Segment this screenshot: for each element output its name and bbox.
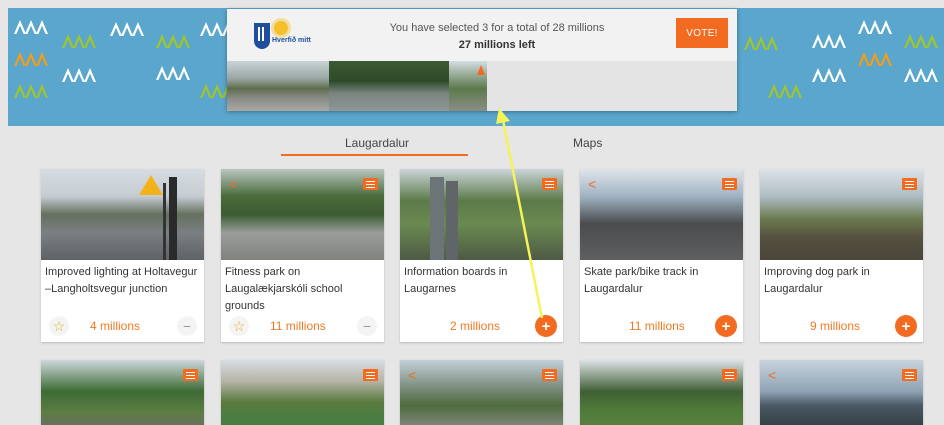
- selected-thumbnails: [227, 61, 737, 111]
- star-icon[interactable]: ☆: [229, 316, 249, 336]
- project-image: [400, 169, 563, 260]
- pattern-chevron: [904, 68, 938, 82]
- project-card[interactable]: [41, 360, 204, 425]
- menu-icon[interactable]: [183, 369, 198, 381]
- project-price: 2 millions: [450, 319, 501, 333]
- pattern-chevron: [62, 34, 96, 48]
- project-image: [760, 169, 923, 260]
- project-card[interactable]: [580, 360, 743, 425]
- project-image: <: [221, 169, 384, 260]
- project-title: Information boards in Laugarnes: [404, 266, 508, 295]
- pattern-chevron: [858, 20, 892, 34]
- active-tab-indicator: [281, 154, 468, 156]
- project-card[interactable]: Improving dog park in Laugardalur 9 mill…: [760, 169, 923, 342]
- menu-icon[interactable]: [902, 369, 917, 381]
- minus-icon[interactable]: −: [177, 316, 197, 336]
- pattern-chevron: [156, 66, 190, 80]
- tab-laugardalur[interactable]: Laugardalur: [345, 136, 409, 150]
- pattern-chevron: [156, 34, 190, 48]
- pattern-chevron: [14, 84, 48, 98]
- pattern-chevron: [14, 20, 48, 34]
- share-icon[interactable]: <: [408, 368, 416, 382]
- pattern-chevron: [904, 34, 938, 48]
- project-image: [580, 360, 743, 425]
- pattern-chevron: [768, 84, 802, 98]
- vote-button[interactable]: VOTE!: [676, 18, 728, 48]
- logo: Hverfið mitt: [254, 21, 324, 57]
- project-image: [41, 169, 204, 260]
- selected-thumbnail[interactable]: [449, 61, 487, 111]
- pattern-chevron: [14, 52, 48, 66]
- selected-thumbnail[interactable]: [329, 61, 449, 111]
- pattern-chevron: [812, 34, 846, 48]
- project-image: <: [760, 360, 923, 425]
- share-icon[interactable]: <: [229, 177, 237, 191]
- project-card[interactable]: <: [760, 360, 923, 425]
- budget-remaining: 27 millions left: [458, 39, 536, 51]
- project-image: <: [400, 360, 563, 425]
- pattern-chevron: [110, 22, 144, 36]
- project-title: Improved lighting at Holtavegur –Langhol…: [45, 266, 198, 295]
- menu-icon[interactable]: [722, 178, 737, 190]
- logo-sun-icon: [274, 21, 288, 35]
- project-title: Improving dog park in Laugardalur: [764, 266, 870, 295]
- menu-icon[interactable]: [902, 178, 917, 190]
- share-icon[interactable]: <: [588, 177, 596, 191]
- pattern-chevron: [812, 68, 846, 82]
- menu-icon[interactable]: [542, 178, 557, 190]
- plus-icon[interactable]: +: [895, 315, 917, 337]
- menu-icon[interactable]: [363, 369, 378, 381]
- star-icon[interactable]: ☆: [49, 316, 69, 336]
- project-title: Fitness park on Laugalækjarskóli school …: [225, 266, 343, 312]
- logo-text: Hverfið mitt: [272, 37, 311, 44]
- project-image: [221, 360, 384, 425]
- menu-icon[interactable]: [542, 369, 557, 381]
- project-title: Skate park/bike track in Laugardalur: [584, 266, 699, 295]
- minus-icon[interactable]: −: [357, 316, 377, 336]
- project-card[interactable]: [221, 360, 384, 425]
- menu-icon[interactable]: [363, 178, 378, 190]
- tab-maps[interactable]: Maps: [573, 136, 602, 150]
- project-price: 11 millions: [270, 319, 326, 333]
- plus-icon[interactable]: +: [535, 315, 557, 337]
- share-icon[interactable]: <: [768, 368, 776, 382]
- menu-icon[interactable]: [722, 369, 737, 381]
- selection-summary: You have selected 3 for a total of 28 mi…: [389, 22, 605, 34]
- pattern-chevron: [744, 36, 778, 50]
- project-card[interactable]: <: [400, 360, 563, 425]
- vote-panel: Hverfið mitt You have selected 3 for a t…: [227, 9, 737, 111]
- project-card[interactable]: < Skate park/bike track in Laugardalur 1…: [580, 169, 743, 342]
- project-image: <: [580, 169, 743, 260]
- logo-shield-icon: [254, 23, 270, 49]
- warning-sign: [139, 175, 163, 195]
- pattern-chevron: [62, 68, 96, 82]
- pattern-chevron: [858, 52, 892, 66]
- project-price: 4 millions: [90, 319, 141, 333]
- project-card[interactable]: < Fitness park on Laugalækjarskóli schoo…: [221, 169, 384, 342]
- project-price: 11 millions: [629, 319, 685, 333]
- project-card[interactable]: Improved lighting at Holtavegur –Langhol…: [41, 169, 204, 342]
- plus-icon[interactable]: +: [715, 315, 737, 337]
- selected-thumbnail[interactable]: [227, 61, 329, 111]
- project-image: [41, 360, 204, 425]
- project-price: 9 millions: [810, 319, 861, 333]
- project-card[interactable]: Information boards in Laugarnes 2 millio…: [400, 169, 563, 342]
